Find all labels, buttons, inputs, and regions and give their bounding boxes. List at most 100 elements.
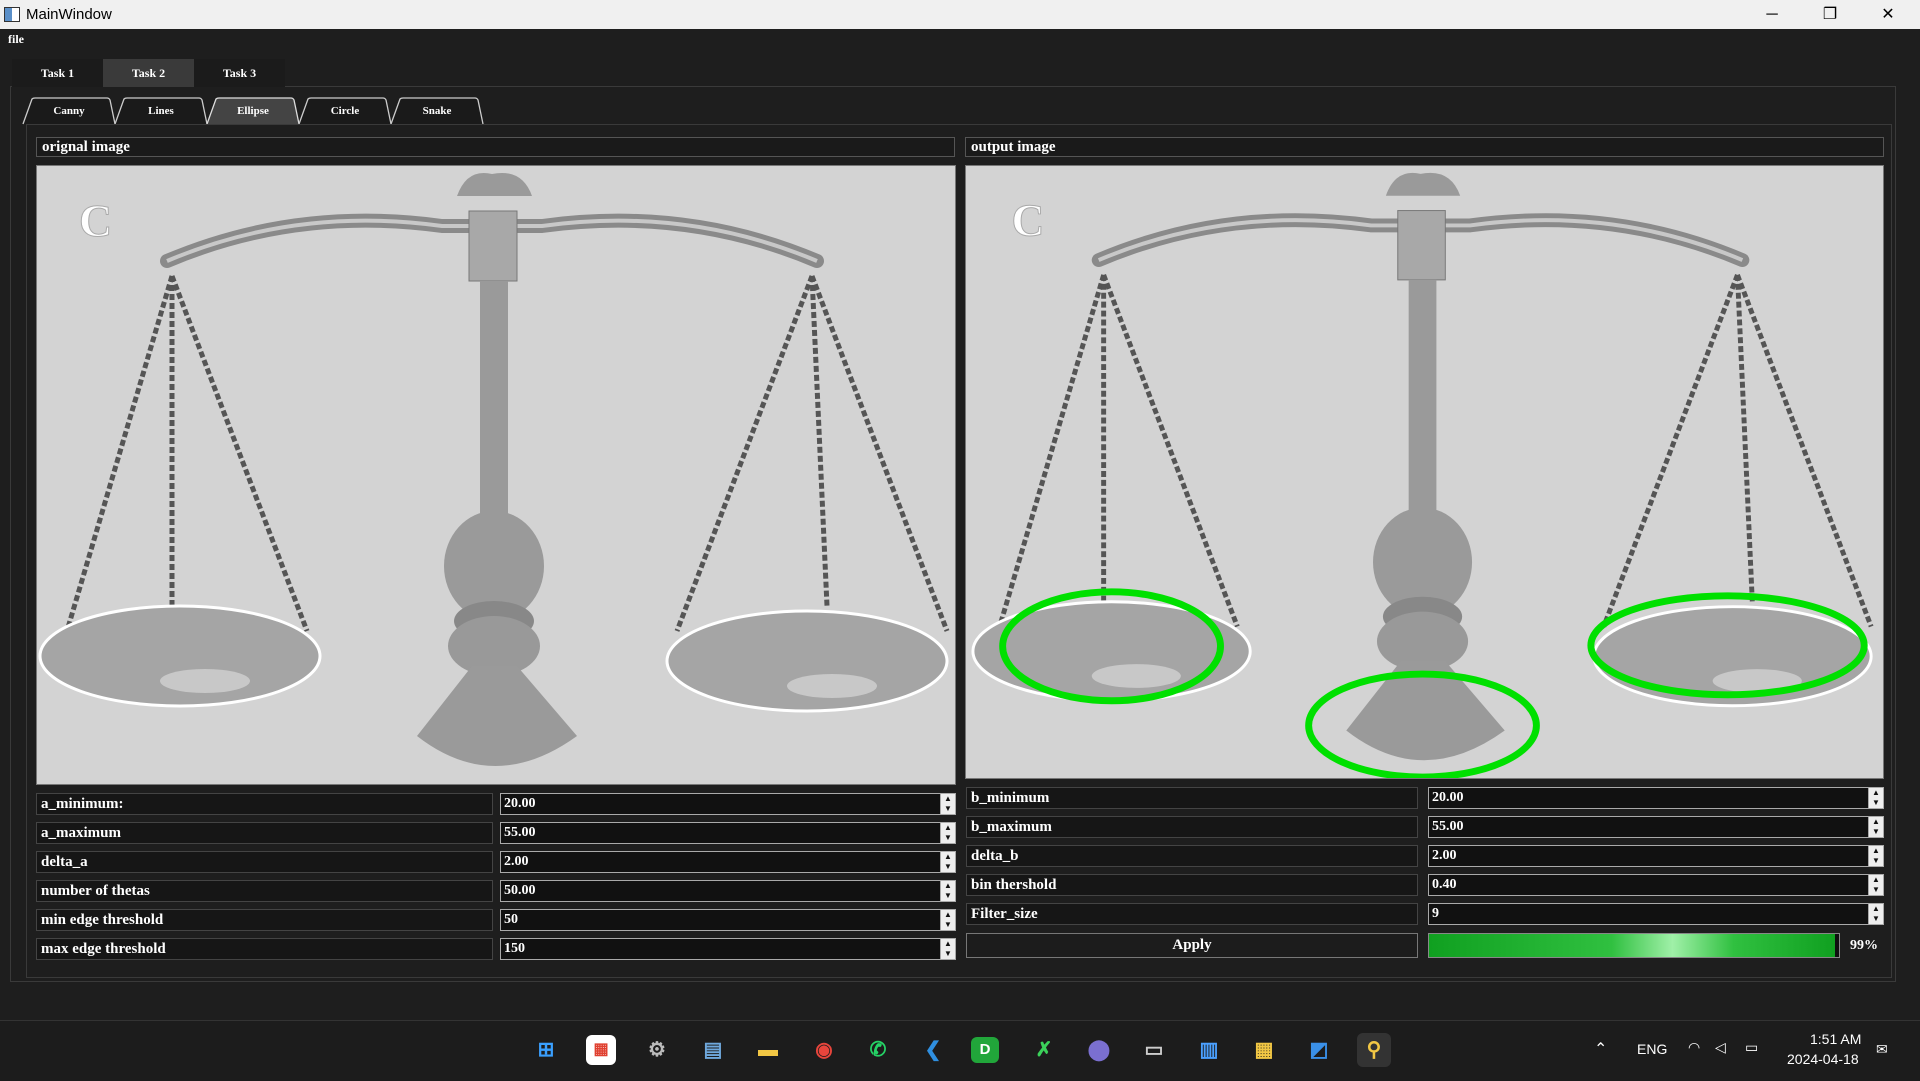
spin-arrows[interactable]: ▲ ▼: [940, 910, 955, 930]
output-watermark: C: [1012, 194, 1045, 245]
param-label-min-edge-threshold: min edge threshold: [36, 909, 493, 931]
subtab-ellipse-label: Ellipse: [237, 105, 269, 117]
tab-task-2[interactable]: Task 2: [103, 59, 194, 87]
spin-arrows[interactable]: ▲ ▼: [940, 939, 955, 959]
battery-icon[interactable]: ▭: [1745, 1039, 1758, 1056]
output-image: C: [965, 165, 1884, 779]
settings-icon[interactable]: ⚙: [640, 1033, 674, 1067]
tab-task-1[interactable]: Task 1: [12, 59, 103, 87]
app-icon: [4, 7, 20, 22]
progress-bar: [1428, 933, 1840, 958]
wifi-icon[interactable]: ◠: [1688, 1039, 1700, 1056]
vscode-icon[interactable]: ❮: [916, 1033, 950, 1067]
x-app-icon[interactable]: ✗: [1027, 1033, 1061, 1067]
spinbox-b-maximum[interactable]: 55.00 ▲ ▼: [1428, 816, 1884, 838]
language-indicator[interactable]: ENG: [1637, 1041, 1667, 1057]
progress-fill: [1429, 934, 1835, 957]
python-icon[interactable]: ⚲: [1357, 1033, 1391, 1067]
chrome-icon[interactable]: ◉: [807, 1033, 841, 1067]
subtab-snake[interactable]: Snake: [390, 97, 484, 125]
subtab-ellipse[interactable]: Ellipse: [206, 97, 300, 125]
original-image: C: [36, 165, 956, 785]
spinbox-min-edge-threshold[interactable]: 50 ▲ ▼: [500, 909, 956, 931]
spin-arrows[interactable]: ▲ ▼: [1868, 788, 1883, 808]
eclipse-icon[interactable]: ⬤: [1082, 1033, 1116, 1067]
minimize-button[interactable]: ─: [1743, 0, 1801, 29]
title-bar: MainWindow ─ ❐ ✕: [0, 0, 1920, 29]
param-label-number-of-thetas: number of thetas: [36, 880, 493, 902]
volume-icon[interactable]: ◁: [1715, 1039, 1726, 1056]
close-button[interactable]: ✕: [1859, 0, 1917, 29]
spin-arrows[interactable]: ▲ ▼: [1868, 817, 1883, 837]
d-app-icon[interactable]: D: [971, 1037, 999, 1063]
windows-start-icon[interactable]: ⊞: [529, 1033, 563, 1067]
param-label-a-maximum: a_maximum: [36, 822, 493, 844]
spinbox-value: 150: [504, 941, 525, 956]
balance-scale-image: C: [37, 166, 955, 784]
window-title: MainWindow: [26, 6, 112, 23]
spinbox-delta-b[interactable]: 2.00 ▲ ▼: [1428, 845, 1884, 867]
spinbox-bin-threshold[interactable]: 0.40 ▲ ▼: [1428, 874, 1884, 896]
spin-arrows[interactable]: ▲ ▼: [940, 852, 955, 872]
file-explorer-icon[interactable]: ▬: [751, 1033, 785, 1067]
spinbox-value: 2.00: [1432, 848, 1457, 863]
detected-ellipses-image: C: [969, 166, 1882, 778]
param-label-bin-threshold: bin thershold: [966, 874, 1418, 896]
archive-icon[interactable]: ▦: [1247, 1033, 1281, 1067]
clock-time[interactable]: 1:51 AM: [1810, 1031, 1861, 1047]
spin-arrows[interactable]: ▲ ▼: [940, 881, 955, 901]
spinbox-a-maximum[interactable]: 55.00 ▲ ▼: [500, 822, 956, 844]
spinbox-value: 2.00: [504, 854, 529, 869]
param-label-a-minimum: a_minimum:: [36, 793, 493, 815]
paint-icon[interactable]: ◩: [1302, 1033, 1336, 1067]
progress-text: 99%: [1850, 938, 1878, 953]
spinbox-max-edge-threshold[interactable]: 150 ▲ ▼: [500, 938, 956, 960]
spinbox-number-of-thetas[interactable]: 50.00 ▲ ▼: [500, 880, 956, 902]
param-label-b-maximum: b_maximum: [966, 816, 1418, 838]
spin-arrows[interactable]: ▲ ▼: [940, 823, 955, 843]
spinbox-b-minimum[interactable]: 20.00 ▲ ▼: [1428, 787, 1884, 809]
spinbox-value: 0.40: [1432, 877, 1457, 892]
subtab-snake-label: Snake: [422, 105, 452, 117]
param-label-filter-size: Filter_size: [966, 903, 1418, 925]
tab-task-3[interactable]: Task 3: [194, 59, 285, 87]
spinbox-a-minimum[interactable]: 20.00 ▲ ▼: [500, 793, 956, 815]
subtab-canny[interactable]: Canny: [22, 97, 116, 125]
microsoft-store-icon[interactable]: ▦: [586, 1035, 616, 1065]
spinbox-value: 9: [1432, 906, 1439, 921]
chevron-up-icon[interactable]: ⌃: [1594, 1039, 1607, 1059]
output-image-label: output image: [965, 137, 1884, 157]
subtab-canny-label: Canny: [53, 105, 85, 117]
spinbox-filter-size[interactable]: 9 ▲ ▼: [1428, 903, 1884, 925]
subtab-lines-label: Lines: [148, 105, 174, 117]
spinbox-value: 50: [504, 912, 518, 927]
keyboard-app-icon[interactable]: ▤: [696, 1033, 730, 1067]
menu-file[interactable]: file: [8, 32, 24, 47]
menu-bar: file: [0, 29, 1920, 49]
spinbox-value: 50.00: [504, 883, 536, 898]
maximize-button[interactable]: ❐: [1801, 0, 1859, 29]
watermark: C: [79, 195, 112, 246]
param-label-delta-a: delta_a: [36, 851, 493, 873]
task-tabs: Task 1 Task 2 Task 3: [12, 59, 285, 87]
taskbar: ⊞ ▦ ⚙ ▤ ▬ ◉ ✆ ❮ D ✗ ⬤ ▭ ▥ ▦ ◩ ⚲ ⌃ ENG ◠ …: [0, 1020, 1920, 1081]
param-label-b-minimum: b_minimum: [966, 787, 1418, 809]
spin-arrows[interactable]: ▲ ▼: [1868, 904, 1883, 924]
spin-arrows[interactable]: ▲ ▼: [1868, 875, 1883, 895]
subtab-circle[interactable]: Circle: [298, 97, 392, 125]
param-label-max-edge-threshold: max edge threshold: [36, 938, 493, 960]
subtab-lines[interactable]: Lines: [114, 97, 208, 125]
param-label-delta-b: delta_b: [966, 845, 1418, 867]
spinbox-value: 55.00: [504, 825, 536, 840]
spinbox-value: 55.00: [1432, 819, 1464, 834]
spinbox-delta-a[interactable]: 2.00 ▲ ▼: [500, 851, 956, 873]
apply-button[interactable]: Apply: [966, 933, 1418, 958]
clock-date[interactable]: 2024-04-18: [1787, 1051, 1859, 1067]
notification-icon[interactable]: ✉: [1876, 1041, 1888, 1058]
spinbox-value: 20.00: [1432, 790, 1464, 805]
spin-arrows[interactable]: ▲ ▼: [1868, 846, 1883, 866]
notepad-icon[interactable]: ▥: [1192, 1033, 1226, 1067]
whatsapp-icon[interactable]: ✆: [861, 1033, 895, 1067]
terminal-icon[interactable]: ▭: [1137, 1033, 1171, 1067]
spin-arrows[interactable]: ▲ ▼: [940, 794, 955, 814]
